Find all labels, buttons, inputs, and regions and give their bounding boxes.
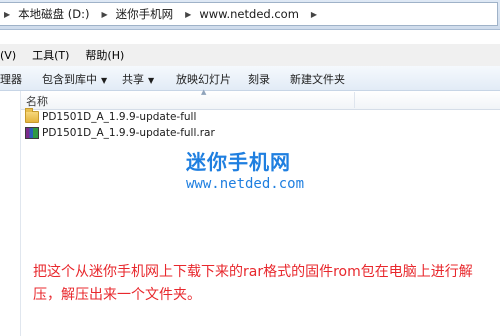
menu-tools[interactable]: 工具(T) bbox=[32, 47, 69, 63]
include-in-library-button[interactable]: 包含到库中 ▼ bbox=[42, 71, 107, 87]
breadcrumb-item-current[interactable]: www.netded.com bbox=[199, 7, 299, 21]
new-folder-button[interactable]: 新建文件夹 bbox=[290, 71, 345, 87]
watermark-url: www.netded.com bbox=[186, 176, 305, 192]
folder-icon bbox=[25, 108, 39, 123]
sort-arrow-icon: ▲ bbox=[201, 88, 207, 96]
burn-button[interactable]: 刻录 bbox=[248, 71, 270, 87]
winrar-archive-icon bbox=[25, 127, 39, 139]
share-label: 共享 bbox=[122, 73, 144, 86]
breadcrumb-item-folder[interactable]: 迷你手机网 bbox=[116, 6, 174, 22]
address-bar: ▶ 本地磁盘 (D:) ▶ 迷你手机网 ▶ www.netded.com ▶ bbox=[0, 0, 500, 30]
column-header: ▲ 名称 bbox=[21, 88, 500, 110]
slideshow-button[interactable]: 放映幻灯片 bbox=[176, 71, 231, 87]
column-divider[interactable] bbox=[354, 92, 355, 108]
breadcrumb-separator-icon[interactable]: ▶ bbox=[311, 10, 317, 19]
menu-help[interactable]: 帮助(H) bbox=[85, 47, 124, 63]
navigation-pane[interactable] bbox=[0, 91, 21, 336]
file-list-item[interactable]: PD1501D_A_1.9.9-update-full.rar bbox=[22, 125, 332, 141]
include-in-library-label: 包含到库中 bbox=[42, 73, 97, 86]
menu-view[interactable]: (V) bbox=[0, 49, 16, 62]
command-toolbar: 理器 包含到库中 ▼ 共享 ▼ 放映幻灯片 刻录 新建文件夹 bbox=[0, 66, 500, 91]
file-name: PD1501D_A_1.9.9-update-full.rar bbox=[42, 127, 215, 139]
file-list-item[interactable]: PD1501D_A_1.9.9-update-full bbox=[22, 108, 332, 125]
instruction-note: 把这个从迷你手机网上下载下来的rar格式的固件rom包在电脑上进行解压，解压出来… bbox=[33, 264, 473, 303]
chevron-down-icon: ▼ bbox=[101, 76, 108, 85]
column-header-name[interactable]: 名称 bbox=[26, 93, 48, 109]
share-button[interactable]: 共享 ▼ bbox=[122, 71, 154, 87]
file-name: PD1501D_A_1.9.9-update-full bbox=[42, 111, 197, 123]
breadcrumb-separator-icon[interactable]: ▶ bbox=[4, 10, 10, 19]
breadcrumb-separator-icon[interactable]: ▶ bbox=[185, 10, 191, 19]
organize-button[interactable]: 理器 bbox=[0, 71, 22, 87]
breadcrumb-item-drive[interactable]: 本地磁盘 (D:) bbox=[18, 6, 89, 22]
menu-bar: (V) 工具(T) 帮助(H) bbox=[0, 44, 500, 66]
breadcrumb-separator-icon[interactable]: ▶ bbox=[102, 10, 108, 19]
breadcrumb[interactable]: ▶ 本地磁盘 (D:) ▶ 迷你手机网 ▶ www.netded.com ▶ bbox=[0, 2, 498, 26]
watermark-logo: 迷你手机网 bbox=[186, 150, 291, 174]
chevron-down-icon: ▼ bbox=[148, 76, 155, 85]
